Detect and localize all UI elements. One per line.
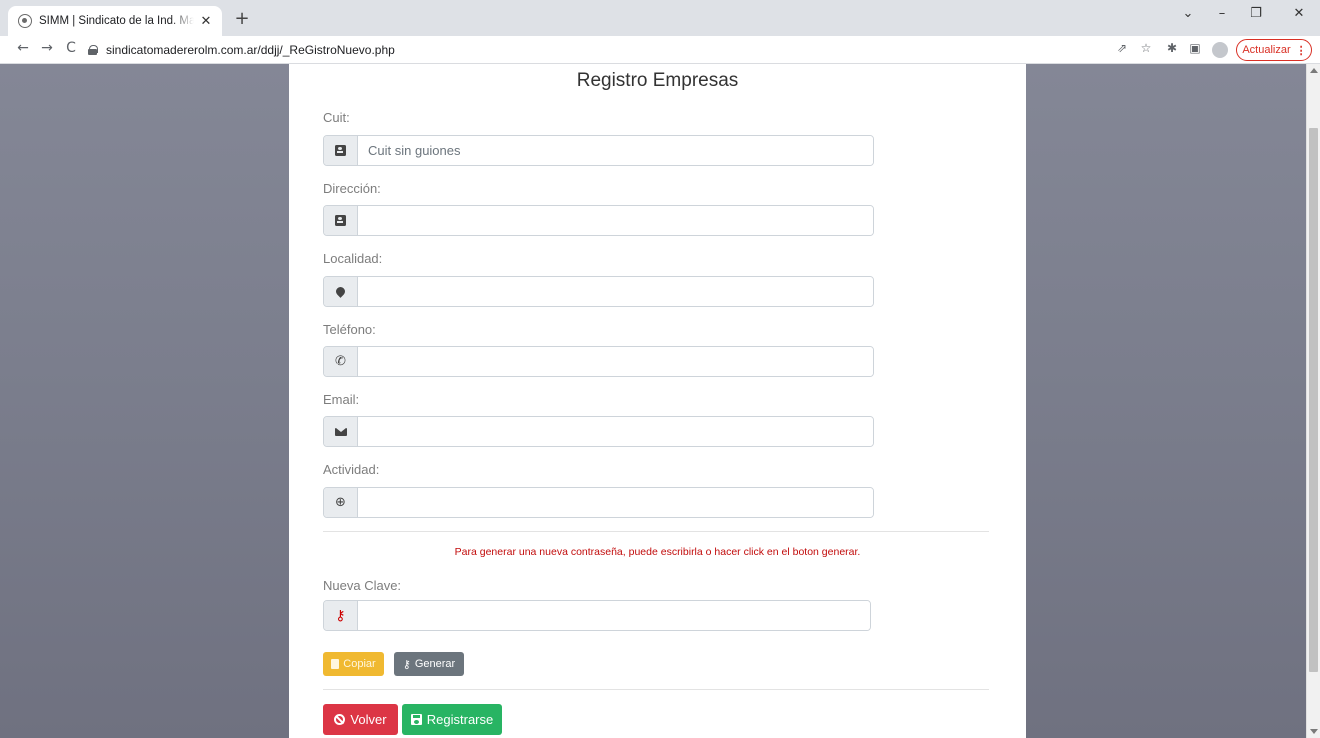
page-scrollbar[interactable] <box>1306 64 1320 738</box>
email-label: Email: <box>323 392 360 407</box>
cuit-input[interactable] <box>358 136 873 165</box>
back-label: Volver <box>350 712 387 727</box>
tab-strip: SIMM | Sindicato de la Ind. Made ✕ + ⌄ –… <box>0 0 1320 36</box>
address-card-icon <box>324 206 358 235</box>
envelope-icon <box>324 417 358 446</box>
telefono-input[interactable] <box>358 347 873 376</box>
tab-title: SIMM | Sindicato de la Ind. Made <box>39 15 194 27</box>
lock-icon[interactable] <box>88 45 98 55</box>
new-password-input[interactable] <box>358 601 870 630</box>
address-bar[interactable]: sindicatomadererolm.com.ar/ddjj/_ReGistr… <box>88 39 1088 61</box>
key-icon: ⚷ <box>324 601 358 630</box>
localidad-label: Localidad: <box>323 251 383 266</box>
back-button[interactable]: Volver <box>323 704 398 735</box>
site-favicon-icon <box>18 14 32 28</box>
globe-icon: ⊕ <box>324 488 358 517</box>
localidad-input-group <box>323 276 874 307</box>
map-marker-icon <box>324 277 358 306</box>
cuit-label: Cuit: <box>323 110 350 125</box>
phone-icon: ✆ <box>324 347 358 376</box>
forward-arrow-icon[interactable]: → <box>38 40 56 56</box>
scroll-down-arrow-icon[interactable] <box>1310 729 1318 734</box>
generate-label: Generar <box>414 658 456 670</box>
divider <box>323 531 989 532</box>
register-button[interactable]: Registrarse <box>402 704 502 735</box>
browser-tab[interactable]: SIMM | Sindicato de la Ind. Made ✕ <box>8 6 222 36</box>
save-icon <box>410 714 422 725</box>
cuit-input-group <box>323 135 874 166</box>
actividad-input[interactable] <box>358 488 873 517</box>
page-title: Registro Empresas <box>576 70 739 91</box>
new-tab-button[interactable]: + <box>232 8 252 29</box>
key-icon: ⚷ <box>402 657 411 671</box>
side-panel-icon[interactable]: ▣ <box>1187 41 1203 55</box>
update-button[interactable]: Actualizar ⋮ <box>1236 39 1312 61</box>
generate-button[interactable]: ⚷ Generar <box>394 652 464 676</box>
actividad-label: Actividad: <box>323 462 380 477</box>
new-password-input-group: ⚷ <box>323 600 871 631</box>
ban-icon <box>334 714 346 725</box>
direccion-input-group <box>323 205 874 236</box>
page-viewport: Registro Empresas Cuit: Dirección: Local… <box>0 64 1306 738</box>
scrollbar-thumb[interactable] <box>1309 128 1318 672</box>
back-arrow-icon[interactable]: ← <box>14 40 32 56</box>
extensions-icon[interactable]: ✱ <box>1164 41 1180 55</box>
menu-dots-icon: ⋮ <box>1295 44 1307 57</box>
close-window-button[interactable]: ✕ <box>1284 6 1314 21</box>
email-input-group <box>323 416 874 447</box>
browser-toolbar: ← → C sindicatomadererolm.com.ar/ddjj/_R… <box>0 36 1320 64</box>
clipboard-icon <box>331 659 340 669</box>
minimize-button[interactable]: – <box>1207 6 1237 21</box>
direccion-input[interactable] <box>358 206 873 235</box>
email-input[interactable] <box>358 417 873 446</box>
registration-form-card: Registro Empresas Cuit: Dirección: Local… <box>289 64 1026 738</box>
reload-icon[interactable]: C <box>62 40 80 56</box>
copy-button[interactable]: Copiar <box>323 652 384 676</box>
tab-search-icon[interactable]: ⌄ <box>1173 6 1203 21</box>
bookmark-star-icon[interactable]: ☆ <box>1138 41 1154 55</box>
address-card-icon <box>324 136 358 165</box>
direccion-label: Dirección: <box>323 181 381 196</box>
divider <box>323 689 989 690</box>
copy-label: Copiar <box>343 658 376 670</box>
new-password-label: Nueva Clave: <box>323 578 402 593</box>
telefono-label: Teléfono: <box>323 322 376 337</box>
profile-avatar-icon[interactable] <box>1212 42 1228 58</box>
update-label: Actualizar <box>1242 44 1291 56</box>
actividad-input-group: ⊕ <box>323 487 874 518</box>
scroll-up-arrow-icon[interactable] <box>1310 68 1318 73</box>
password-hint: Para generar una nueva contraseña, puede… <box>454 546 861 558</box>
url-text[interactable]: sindicatomadererolm.com.ar/ddjj/_ReGistr… <box>106 43 395 57</box>
localidad-input[interactable] <box>358 277 873 306</box>
restore-button[interactable]: ❐ <box>1241 6 1271 21</box>
tab-close-icon[interactable]: ✕ <box>198 14 214 29</box>
telefono-input-group: ✆ <box>323 346 874 377</box>
register-label: Registrarse <box>426 712 494 727</box>
share-icon[interactable]: ⇗ <box>1114 41 1130 55</box>
